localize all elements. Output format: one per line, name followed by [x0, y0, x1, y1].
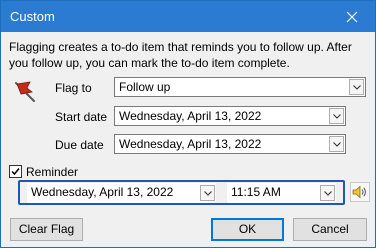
- flag-to-dropdown[interactable]: Follow up: [114, 77, 366, 97]
- flag-icon: [15, 81, 35, 102]
- reminder-checkbox[interactable]: [9, 165, 22, 178]
- description-text: Flagging creates a to-do item that remin…: [9, 40, 352, 70]
- due-date-dropdown-button[interactable]: [329, 136, 344, 152]
- reminder-group: Wednesday, April 13, 2022 11:15 AM: [18, 180, 345, 205]
- custom-flag-dialog: Custom Flagging creates a to-do item tha…: [0, 0, 376, 248]
- chevron-down-icon: [203, 190, 212, 196]
- reminder-time-dropdown-button[interactable]: [320, 185, 335, 201]
- flag-to-label: Flag to: [55, 81, 92, 95]
- reminder-date-dropdown-button[interactable]: [200, 185, 215, 201]
- clear-flag-button[interactable]: Clear Flag: [10, 218, 83, 241]
- flag-to-dropdown-button[interactable]: [349, 79, 364, 95]
- due-date-value: Wednesday, April 13, 2022: [119, 137, 262, 151]
- reminder-label: Reminder: [26, 165, 79, 179]
- chevron-down-icon: [323, 190, 332, 196]
- due-date-picker[interactable]: Wednesday, April 13, 2022: [114, 134, 346, 154]
- title-bar: Custom: [1, 1, 375, 32]
- reminder-time-value: 11:15 AM: [231, 185, 281, 199]
- reminder-time-picker[interactable]: 11:15 AM: [227, 183, 336, 203]
- start-date-picker[interactable]: Wednesday, April 13, 2022: [114, 106, 346, 126]
- reminder-sound-button[interactable]: [350, 182, 370, 202]
- speaker-icon: [352, 185, 366, 199]
- checkmark-icon: [11, 168, 20, 176]
- chevron-down-icon: [352, 84, 361, 90]
- cancel-button[interactable]: Cancel: [293, 218, 367, 241]
- due-date-label: Due date: [55, 138, 104, 152]
- close-icon: [346, 11, 358, 22]
- chevron-down-icon: [332, 113, 341, 119]
- reminder-date-picker[interactable]: Wednesday, April 13, 2022: [27, 183, 216, 203]
- flag-to-value: Follow up: [119, 80, 171, 94]
- start-date-dropdown-button[interactable]: [329, 108, 344, 124]
- dialog-title: Custom: [10, 9, 55, 24]
- chevron-down-icon: [332, 141, 341, 147]
- reminder-date-value: Wednesday, April 13, 2022: [31, 185, 174, 199]
- start-date-label: Start date: [55, 110, 108, 124]
- start-date-value: Wednesday, April 13, 2022: [119, 109, 262, 123]
- ok-button[interactable]: OK: [211, 218, 284, 241]
- close-button[interactable]: [329, 1, 375, 32]
